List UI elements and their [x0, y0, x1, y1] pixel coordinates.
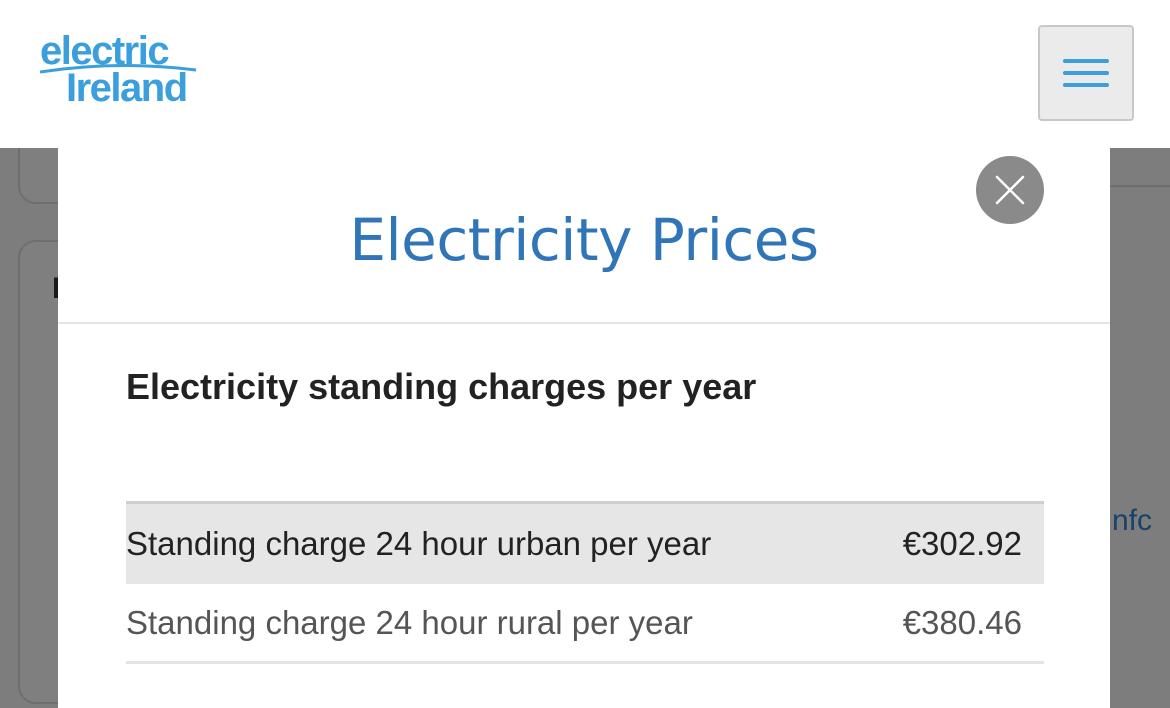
hamburger-icon [1063, 59, 1109, 87]
row-value: €302.92 [902, 525, 1022, 562]
svg-text:Ireland: Ireland [66, 66, 187, 110]
menu-button[interactable] [1038, 25, 1134, 121]
row-label: Standing charge 24 hour urban per year [126, 525, 712, 562]
electric-ireland-logo[interactable]: electric Ireland [38, 30, 208, 110]
site-header: electric Ireland [0, 0, 1170, 148]
background-link: nfc [1112, 504, 1153, 537]
close-icon [995, 175, 1025, 205]
modal-divider [58, 322, 1110, 324]
price-table: Standing charge 24 hour urban per year €… [126, 501, 1044, 664]
row-label: Standing charge 24 hour rural per year [126, 603, 693, 641]
electricity-prices-modal: Electricity Prices Electricity standing … [58, 148, 1110, 708]
section-heading: Electricity standing charges per year [126, 366, 757, 407]
table-row: Standing charge 24 hour urban per year €… [126, 504, 1044, 584]
background-divider [1110, 185, 1170, 187]
modal-title: Electricity Prices [349, 206, 819, 274]
table-row: Standing charge 24 hour rural per year €… [126, 584, 1044, 664]
row-value: €380.46 [902, 603, 1022, 641]
